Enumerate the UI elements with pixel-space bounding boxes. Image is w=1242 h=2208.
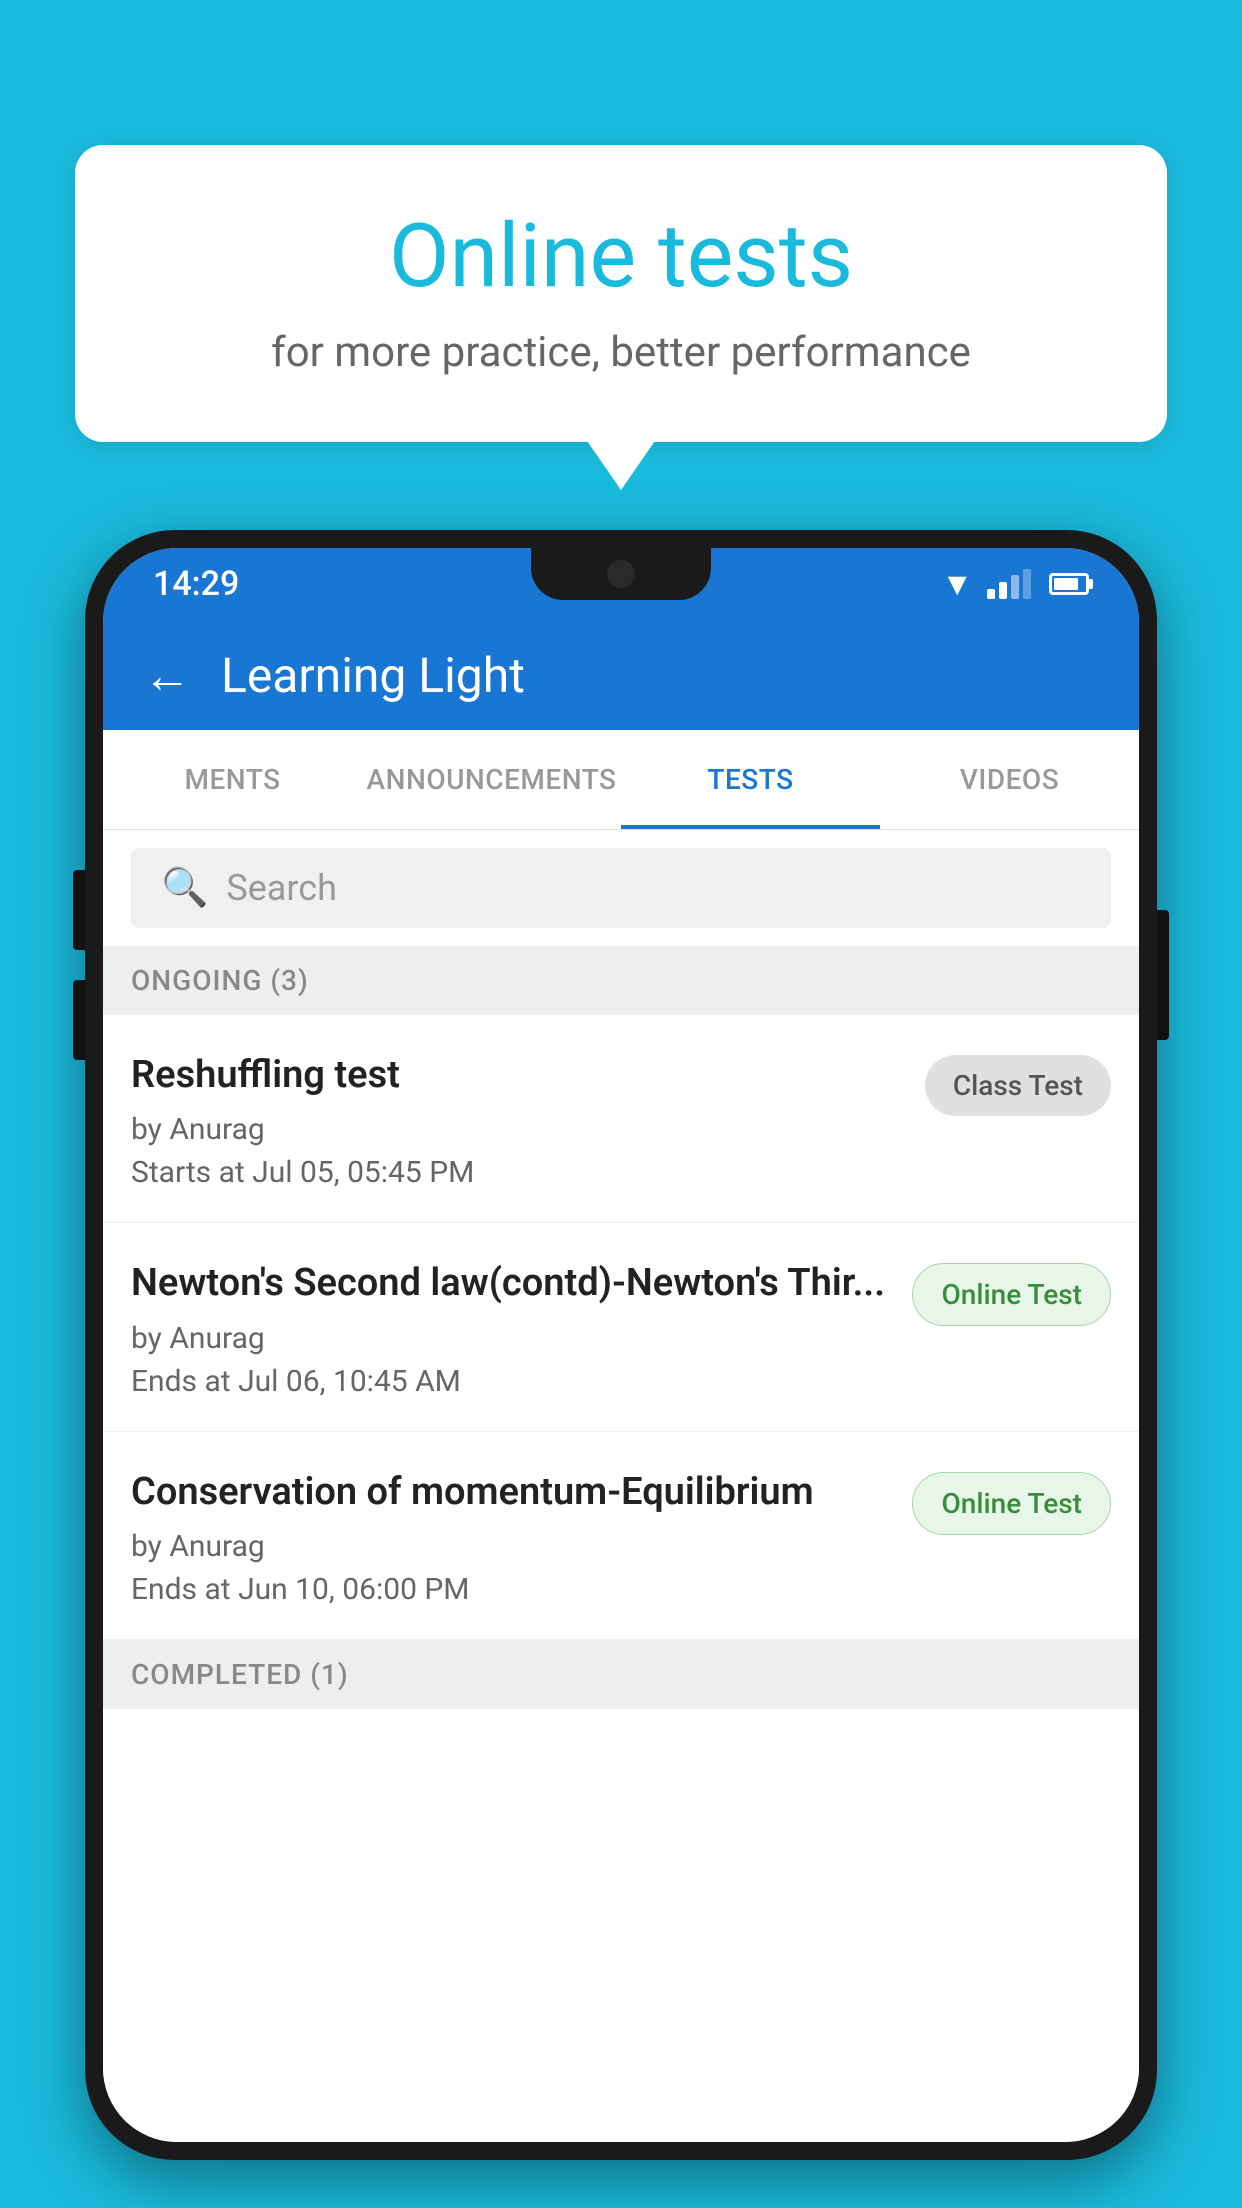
test-badge-3: Online Test (912, 1472, 1111, 1535)
test-info-1: Reshuffling test by Anurag Starts at Jul… (131, 1051, 905, 1190)
volume-down-button (73, 980, 85, 1060)
ongoing-label: ONGOING (3) (131, 964, 309, 997)
search-placeholder: Search (226, 867, 337, 909)
test-time-3: Ends at Jun 10, 06:00 PM (131, 1572, 892, 1607)
completed-section-header: COMPLETED (1) (103, 1640, 1139, 1709)
test-badge-1: Class Test (925, 1055, 1111, 1116)
search-container: 🔍 Search (103, 830, 1139, 946)
test-item-1[interactable]: Reshuffling test by Anurag Starts at Jul… (103, 1015, 1139, 1223)
speech-bubble: Online tests for more practice, better p… (75, 145, 1167, 442)
tab-ments[interactable]: MENTS (103, 730, 362, 829)
bubble-title: Online tests (155, 205, 1087, 308)
power-button (1157, 910, 1169, 1040)
phone-screen: 14:29 ▼ (103, 548, 1139, 2142)
ongoing-section-header: ONGOING (3) (103, 946, 1139, 1015)
search-bar[interactable]: 🔍 Search (131, 848, 1111, 928)
test-badge-2: Online Test (912, 1263, 1111, 1326)
search-icon: 🔍 (161, 866, 208, 910)
wifi-icon: ▼ (941, 565, 973, 603)
app-title: Learning Light (221, 647, 525, 704)
status-time: 14:29 (153, 564, 239, 604)
battery-icon (1049, 573, 1089, 595)
bubble-subtitle: for more practice, better performance (155, 328, 1087, 377)
phone-mockup: 14:29 ▼ (85, 530, 1157, 2208)
app-header: ← Learning Light (103, 620, 1139, 730)
test-info-2: Newton's Second law(contd)-Newton's Thir… (131, 1259, 892, 1398)
tab-tests[interactable]: TESTS (621, 730, 880, 829)
test-item-3[interactable]: Conservation of momentum-Equilibrium by … (103, 1432, 1139, 1640)
test-name-3: Conservation of momentum-Equilibrium (131, 1468, 892, 1517)
tab-announcements[interactable]: ANNOUNCEMENTS (362, 730, 621, 829)
phone-notch (531, 548, 711, 600)
signal-icon (987, 569, 1031, 599)
speech-bubble-container: Online tests for more practice, better p… (75, 145, 1167, 442)
tab-bar: MENTS ANNOUNCEMENTS TESTS VIDEOS (103, 730, 1139, 830)
test-author-1: by Anurag (131, 1112, 905, 1147)
phone-frame: 14:29 ▼ (85, 530, 1157, 2160)
test-author-3: by Anurag (131, 1529, 892, 1564)
back-button[interactable]: ← (143, 647, 191, 704)
test-time-2: Ends at Jul 06, 10:45 AM (131, 1364, 892, 1399)
test-name-1: Reshuffling test (131, 1051, 905, 1100)
tab-videos[interactable]: VIDEOS (880, 730, 1139, 829)
test-author-2: by Anurag (131, 1321, 892, 1356)
volume-up-button (73, 870, 85, 950)
test-list: Reshuffling test by Anurag Starts at Jul… (103, 1015, 1139, 2142)
test-time-1: Starts at Jul 05, 05:45 PM (131, 1155, 905, 1190)
status-icons: ▼ (941, 565, 1089, 603)
test-info-3: Conservation of momentum-Equilibrium by … (131, 1468, 892, 1607)
test-item-2[interactable]: Newton's Second law(contd)-Newton's Thir… (103, 1223, 1139, 1431)
completed-label: COMPLETED (1) (131, 1658, 349, 1691)
test-name-2: Newton's Second law(contd)-Newton's Thir… (131, 1259, 892, 1308)
front-camera (607, 560, 635, 588)
